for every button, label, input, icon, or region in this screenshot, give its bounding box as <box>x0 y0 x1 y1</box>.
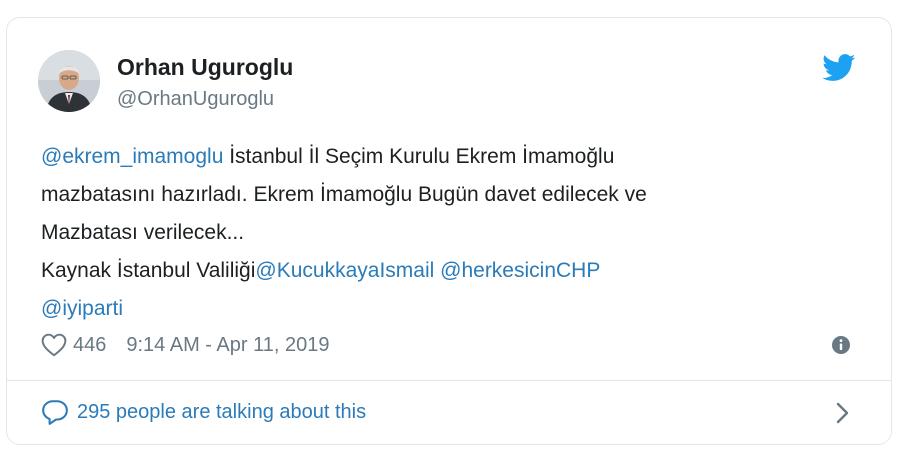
tweet-line-4: Kaynak İstanbul Valiliği@KucukkayaIsmail… <box>41 252 841 290</box>
tweet-text-segment: İstanbul İl Seçim Kurulu Ekrem İmamoğlu <box>223 145 615 168</box>
twitter-bird-icon[interactable] <box>822 54 856 82</box>
mention-link[interactable]: @iyiparti <box>41 297 123 320</box>
heart-icon[interactable] <box>41 333 67 357</box>
tweet-line-3: Mazbatası verilecek... <box>41 221 245 244</box>
author-avatar[interactable] <box>38 50 100 112</box>
tweet-text: @ekrem_imamoglu İstanbul İl Seçim Kurulu… <box>41 138 841 328</box>
tweet-line-1: @ekrem_imamoglu İstanbul İl Seçim Kurulu… <box>41 138 841 176</box>
author-handle[interactable]: @OrhanUguroglu <box>117 88 274 111</box>
mention-link[interactable]: @ekrem_imamoglu <box>41 145 223 168</box>
tweet-timestamp[interactable]: 9:14 AM - Apr 11, 2019 <box>126 334 329 357</box>
info-icon[interactable] <box>831 335 851 355</box>
tweet-line-2: mazbatasını hazırladı. Ekrem İmamoğlu Bu… <box>41 183 647 206</box>
mention-link[interactable]: @herkesicinCHP <box>440 259 600 282</box>
tweet-line-5: @iyiparti <box>41 290 841 328</box>
conversation-link[interactable]: 295 people are talking about this <box>41 396 366 428</box>
mention-link[interactable]: @KucukkayaIsmail <box>255 259 434 282</box>
speech-bubble-icon <box>42 400 68 425</box>
chevron-right-icon[interactable] <box>831 400 853 426</box>
conversation-count-label[interactable]: 295 people are talking about this <box>77 401 366 424</box>
tweet-text-segment: Kaynak İstanbul Valiliği <box>41 259 256 282</box>
tweet-meta: 446 9:14 AM - Apr 11, 2019 <box>41 330 329 360</box>
avatar-image <box>38 50 100 112</box>
author-name[interactable]: Orhan Uguroglu <box>117 54 293 81</box>
card-divider <box>6 380 892 381</box>
like-count[interactable]: 446 <box>73 334 106 357</box>
